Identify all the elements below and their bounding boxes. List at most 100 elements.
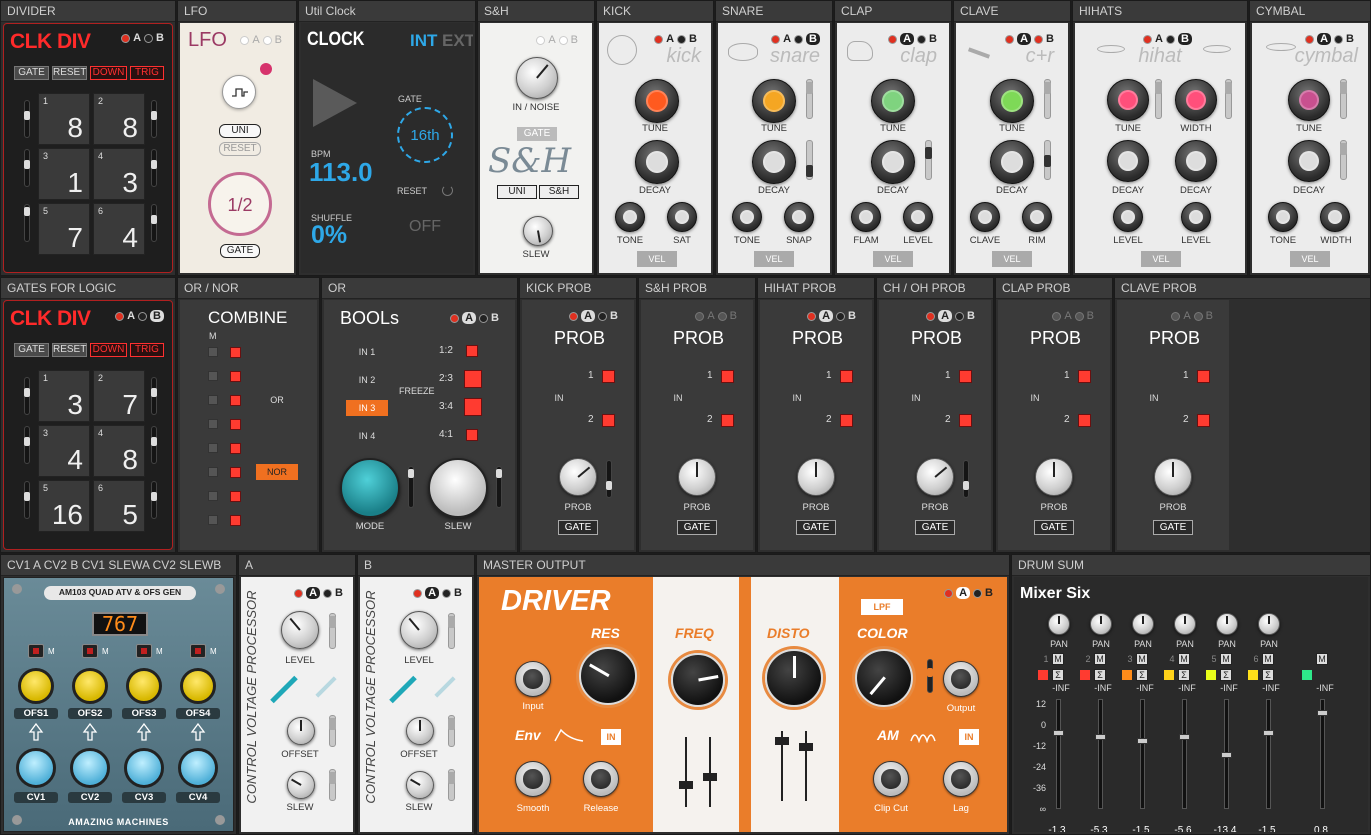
tone-knob[interactable] [732, 202, 762, 232]
prob-ab[interactable]: A B [807, 310, 856, 322]
clave-knob[interactable] [970, 202, 1000, 232]
decay-knob[interactable] [990, 140, 1034, 184]
prob-knob[interactable] [1035, 458, 1073, 496]
prob-knob[interactable] [1154, 458, 1192, 496]
width-knob[interactable] [1320, 202, 1350, 232]
mute-2[interactable] [208, 371, 218, 381]
ratio-2-led[interactable] [464, 370, 482, 388]
left-slider-2[interactable] [24, 426, 30, 464]
prob-gate-button[interactable]: GATE [1153, 520, 1193, 535]
ab-a-dot[interactable] [240, 35, 250, 45]
mute-button[interactable]: M [1316, 653, 1328, 665]
unipolar-icon[interactable] [315, 676, 337, 698]
prob-in[interactable]: IN [897, 390, 935, 406]
left-slider-3[interactable] [24, 481, 30, 519]
ab-a-dot[interactable] [413, 588, 423, 598]
flam-knob[interactable] [851, 202, 881, 232]
ab-b-dot[interactable] [598, 311, 608, 321]
gate-button[interactable]: GATE [220, 244, 260, 258]
cv-knob[interactable] [124, 748, 164, 788]
in-1-tag[interactable]: IN 1 [346, 344, 388, 360]
pan-knob[interactable] [1216, 613, 1238, 635]
right-slider-3[interactable] [151, 204, 157, 242]
ratio-4-led[interactable] [466, 429, 478, 441]
slew-knob[interactable] [523, 216, 553, 246]
ab-b-dot[interactable] [138, 311, 148, 321]
ab-b-dot[interactable] [442, 588, 452, 598]
vel-button[interactable]: VEL [873, 251, 913, 267]
vel-button[interactable]: VEL [992, 251, 1032, 267]
tune-knob[interactable] [871, 79, 915, 123]
offset-fader[interactable] [448, 715, 455, 747]
pan-knob[interactable] [1132, 613, 1154, 635]
prob-gate-button[interactable]: GATE [1034, 520, 1074, 535]
prob-gate-button[interactable]: GATE [796, 520, 836, 535]
ab-a-dot[interactable] [1052, 311, 1062, 321]
reset-button[interactable]: RESET [52, 66, 87, 80]
color-slider[interactable] [927, 659, 933, 693]
pan-knob[interactable] [1174, 613, 1196, 635]
prob-ab[interactable]: A B [1171, 310, 1213, 322]
solo-button[interactable]: Σ [1262, 669, 1274, 681]
cv-knob[interactable] [70, 748, 110, 788]
uni-button[interactable]: UNI [219, 124, 261, 138]
output-knob[interactable] [943, 661, 979, 697]
mode-slider[interactable] [408, 466, 414, 508]
ab-b-dot[interactable] [677, 34, 687, 44]
bipolar-icon[interactable] [270, 675, 298, 704]
prob-in[interactable]: IN [540, 390, 578, 406]
lag-knob[interactable] [943, 761, 979, 797]
ab-a-dot[interactable] [944, 588, 954, 598]
right-slider-2[interactable] [151, 149, 157, 187]
level-knob[interactable] [281, 611, 319, 649]
unipolar-icon[interactable] [434, 676, 456, 698]
hihats-ab[interactable]: AB [1143, 33, 1192, 45]
width-knob[interactable] [1175, 79, 1217, 121]
pan-knob[interactable] [1090, 613, 1112, 635]
in-3-tag[interactable]: IN 3 [346, 400, 388, 416]
volume-fader[interactable] [1221, 699, 1232, 809]
ofs-knob[interactable] [180, 668, 216, 704]
gates-pad-5[interactable]: 5 16 [38, 480, 90, 532]
left-slider-2[interactable] [24, 149, 30, 187]
gates-pad-2[interactable]: 27 [93, 370, 145, 422]
mute-button[interactable]: M [1094, 653, 1106, 665]
prob-knob[interactable] [678, 458, 716, 496]
ab-b-dot[interactable] [973, 588, 983, 598]
tune-knob[interactable] [752, 79, 796, 123]
ab-a-dot[interactable] [1305, 34, 1315, 44]
volume-fader[interactable] [1137, 699, 1148, 809]
reset-button[interactable]: RESET [219, 142, 261, 156]
ab-a-dot[interactable] [294, 588, 304, 598]
ab-a-dot[interactable] [1005, 34, 1015, 44]
left-slider-3[interactable] [24, 204, 30, 242]
ab-b-dot[interactable] [1034, 34, 1044, 44]
div-pad-3[interactable]: 31 [38, 148, 90, 200]
trig-button[interactable]: TRIG [130, 343, 164, 357]
smooth-knob[interactable] [515, 761, 551, 797]
prob-knob[interactable] [559, 458, 597, 496]
offset-fader[interactable] [329, 715, 336, 747]
ab-a-dot[interactable] [654, 34, 664, 44]
release-knob[interactable] [583, 761, 619, 797]
prob-in[interactable]: IN [1135, 390, 1173, 406]
decay-knob[interactable] [1288, 140, 1330, 182]
offset-knob[interactable] [406, 717, 434, 745]
prob-ab[interactable]: A B [926, 310, 975, 322]
solo-button[interactable]: Σ [1178, 669, 1190, 681]
slew-knob[interactable] [287, 771, 315, 799]
ab-b-dot[interactable] [1165, 34, 1175, 44]
snap-knob[interactable] [784, 202, 814, 232]
tune-knob[interactable] [1288, 79, 1330, 121]
cvp-a-ab[interactable]: AB [294, 587, 343, 599]
div-pad-4[interactable]: 43 [93, 148, 145, 200]
ext-toggle[interactable]: EXT [442, 31, 473, 51]
tune-fader[interactable] [1044, 79, 1051, 119]
input-knob[interactable] [515, 661, 551, 697]
or-output[interactable]: OR [256, 392, 298, 408]
offset-knob[interactable] [287, 717, 315, 745]
ab-a-dot[interactable] [807, 311, 817, 321]
mute-button[interactable] [82, 644, 98, 658]
ab-a-dot[interactable] [888, 34, 898, 44]
nor-output[interactable]: NOR [256, 464, 298, 480]
